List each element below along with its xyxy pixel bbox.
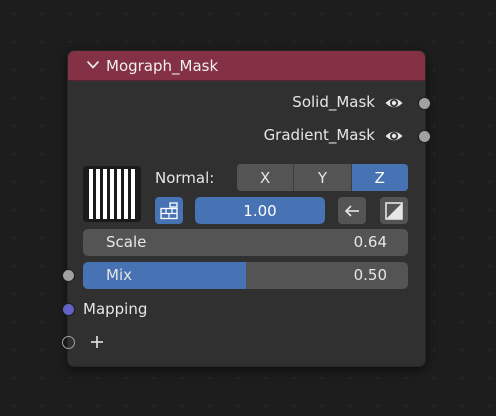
eye-icon[interactable] [384,94,404,112]
axis-y-button[interactable]: Y [294,164,352,191]
arrow-left-button[interactable] [338,197,366,224]
mograph-mask-node[interactable]: Mograph_Mask Solid_Mask Gradient_Mask No… [62,50,431,367]
arrow-left-icon [344,204,359,217]
output-gradient-mask: Gradient_Mask [125,125,425,147]
diagonal-gradient-icon [385,201,403,220]
output-socket-gradient-mask[interactable] [418,130,431,143]
node-header[interactable]: Mograph_Mask [68,51,425,81]
axis-x-button[interactable]: X [237,164,295,191]
output-label: Gradient_Mask [263,126,375,144]
output-socket-solid-mask[interactable] [418,97,431,110]
chevron-down-icon[interactable] [86,59,100,71]
node-title: Mograph_Mask [106,57,219,75]
add-input-socket[interactable] [62,336,75,349]
output-solid-mask: Solid_Mask [125,92,425,114]
mix-label: Mix [106,266,132,284]
axis-z-button[interactable]: Z [351,164,408,191]
normal-axis-selector: X Y Z [237,164,408,191]
scale-value: 0.64 [353,233,387,251]
output-label: Solid_Mask [292,93,375,111]
mapping-label: Mapping [83,300,148,318]
mix-value: 0.50 [353,266,387,284]
normal-label: Normal: [155,169,215,187]
input-socket-mix[interactable] [62,269,75,282]
gradient-toggle-button[interactable] [380,197,408,224]
brick-toggle-button[interactable] [155,197,183,224]
scale-slider[interactable]: Scale 0.64 [83,229,408,256]
scale-label: Scale [106,233,147,251]
eye-icon[interactable] [384,127,404,145]
stripes-preview-icon [83,166,141,222]
texture-preview[interactable] [83,166,141,222]
input-socket-mapping[interactable] [62,303,75,316]
value-field[interactable]: 1.00 [195,197,325,224]
mix-slider[interactable]: Mix 0.50 [83,262,408,289]
brick-texture-icon [160,201,178,219]
plus-icon[interactable] [90,335,104,349]
